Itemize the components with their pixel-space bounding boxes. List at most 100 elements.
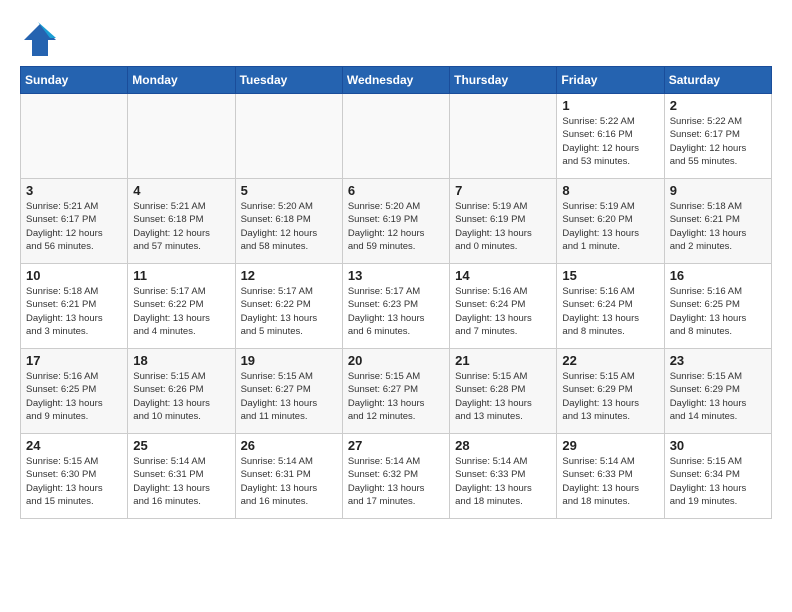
day-info: Sunrise: 5:17 AM Sunset: 6:23 PM Dayligh… xyxy=(348,285,444,338)
day-cell: 22 Sunrise: 5:15 AM Sunset: 6:29 PM Dayli… xyxy=(557,349,664,434)
week-row-5: 24Sunrise: 5:15 AM Sunset: 6:30 PM Dayli… xyxy=(21,434,772,519)
day-cell: 1 Sunrise: 5:22 AM Sunset: 6:16 PM Daylig… xyxy=(557,94,664,179)
day-cell: 21Sunrise: 5:15 AM Sunset: 6:28 PM Dayli… xyxy=(450,349,557,434)
day-number: 13 xyxy=(348,268,444,283)
day-number: 18 xyxy=(133,353,229,368)
day-info: Sunrise: 5:14 AM Sunset: 6:33 PM Dayligh… xyxy=(562,455,658,508)
header-row: SundayMondayTuesdayWednesdayThursdayFrid… xyxy=(21,67,772,94)
day-cell: 3 Sunrise: 5:21 AM Sunset: 6:17 PM Daylig… xyxy=(21,179,128,264)
day-info: Sunrise: 5:15 AM Sunset: 6:27 PM Dayligh… xyxy=(241,370,337,423)
day-info: Sunrise: 5:15 AM Sunset: 6:26 PM Dayligh… xyxy=(133,370,229,423)
day-cell: 18 Sunrise: 5:15 AM Sunset: 6:26 PM Dayli… xyxy=(128,349,235,434)
logo-icon xyxy=(20,20,56,56)
day-number: 3 xyxy=(26,183,122,198)
day-number: 15 xyxy=(562,268,658,283)
day-number: 17 xyxy=(26,353,122,368)
day-number: 1 xyxy=(562,98,658,113)
header-cell-wednesday: Wednesday xyxy=(342,67,449,94)
day-cell: 7Sunrise: 5:19 AM Sunset: 6:19 PM Daylig… xyxy=(450,179,557,264)
day-info: Sunrise: 5:22 AM Sunset: 6:17 PM Dayligh… xyxy=(670,115,766,168)
day-cell: 10 Sunrise: 5:18 AM Sunset: 6:21 PM Dayli… xyxy=(21,264,128,349)
day-cell xyxy=(128,94,235,179)
day-info: Sunrise: 5:21 AM Sunset: 6:17 PM Dayligh… xyxy=(26,200,122,253)
day-cell xyxy=(235,94,342,179)
day-cell: 19 Sunrise: 5:15 AM Sunset: 6:27 PM Dayli… xyxy=(235,349,342,434)
day-cell: 12 Sunrise: 5:17 AM Sunset: 6:22 PM Dayli… xyxy=(235,264,342,349)
header-cell-sunday: Sunday xyxy=(21,67,128,94)
day-number: 22 xyxy=(562,353,658,368)
day-number: 14 xyxy=(455,268,551,283)
day-cell: 28 Sunrise: 5:14 AM Sunset: 6:33 PM Dayli… xyxy=(450,434,557,519)
day-number: 12 xyxy=(241,268,337,283)
day-cell: 15 Sunrise: 5:16 AM Sunset: 6:24 PM Dayli… xyxy=(557,264,664,349)
day-cell xyxy=(450,94,557,179)
day-number: 29 xyxy=(562,438,658,453)
day-cell: 24Sunrise: 5:15 AM Sunset: 6:30 PM Dayli… xyxy=(21,434,128,519)
day-number: 19 xyxy=(241,353,337,368)
day-number: 30 xyxy=(670,438,766,453)
day-number: 7 xyxy=(455,183,551,198)
day-cell: 16Sunrise: 5:16 AM Sunset: 6:25 PM Dayli… xyxy=(664,264,771,349)
day-number: 24 xyxy=(26,438,122,453)
day-info: Sunrise: 5:15 AM Sunset: 6:29 PM Dayligh… xyxy=(670,370,766,423)
day-info: Sunrise: 5:16 AM Sunset: 6:24 PM Dayligh… xyxy=(455,285,551,338)
day-info: Sunrise: 5:19 AM Sunset: 6:20 PM Dayligh… xyxy=(562,200,658,253)
day-info: Sunrise: 5:16 AM Sunset: 6:25 PM Dayligh… xyxy=(670,285,766,338)
header-cell-thursday: Thursday xyxy=(450,67,557,94)
header-cell-saturday: Saturday xyxy=(664,67,771,94)
day-cell: 25 Sunrise: 5:14 AM Sunset: 6:31 PM Dayli… xyxy=(128,434,235,519)
day-info: Sunrise: 5:16 AM Sunset: 6:24 PM Dayligh… xyxy=(562,285,658,338)
day-info: Sunrise: 5:15 AM Sunset: 6:27 PM Dayligh… xyxy=(348,370,444,423)
day-info: Sunrise: 5:16 AM Sunset: 6:25 PM Dayligh… xyxy=(26,370,122,423)
calendar-table: SundayMondayTuesdayWednesdayThursdayFrid… xyxy=(20,66,772,519)
day-cell: 6 Sunrise: 5:20 AM Sunset: 6:19 PM Daylig… xyxy=(342,179,449,264)
day-cell: 20 Sunrise: 5:15 AM Sunset: 6:27 PM Dayli… xyxy=(342,349,449,434)
day-number: 2 xyxy=(670,98,766,113)
day-cell: 5 Sunrise: 5:20 AM Sunset: 6:18 PM Daylig… xyxy=(235,179,342,264)
day-number: 5 xyxy=(241,183,337,198)
week-row-1: 1 Sunrise: 5:22 AM Sunset: 6:16 PM Daylig… xyxy=(21,94,772,179)
day-cell: 8 Sunrise: 5:19 AM Sunset: 6:20 PM Daylig… xyxy=(557,179,664,264)
day-info: Sunrise: 5:22 AM Sunset: 6:16 PM Dayligh… xyxy=(562,115,658,168)
day-number: 23 xyxy=(670,353,766,368)
day-number: 20 xyxy=(348,353,444,368)
day-number: 27 xyxy=(348,438,444,453)
day-cell: 27 Sunrise: 5:14 AM Sunset: 6:32 PM Dayli… xyxy=(342,434,449,519)
day-number: 25 xyxy=(133,438,229,453)
week-row-4: 17 Sunrise: 5:16 AM Sunset: 6:25 PM Dayli… xyxy=(21,349,772,434)
day-info: Sunrise: 5:14 AM Sunset: 6:31 PM Dayligh… xyxy=(241,455,337,508)
day-number: 21 xyxy=(455,353,551,368)
day-cell: 14 Sunrise: 5:16 AM Sunset: 6:24 PM Dayli… xyxy=(450,264,557,349)
day-info: Sunrise: 5:17 AM Sunset: 6:22 PM Dayligh… xyxy=(241,285,337,338)
day-number: 26 xyxy=(241,438,337,453)
day-number: 6 xyxy=(348,183,444,198)
day-cell xyxy=(342,94,449,179)
day-cell: 26 Sunrise: 5:14 AM Sunset: 6:31 PM Dayli… xyxy=(235,434,342,519)
day-info: Sunrise: 5:17 AM Sunset: 6:22 PM Dayligh… xyxy=(133,285,229,338)
week-row-3: 10 Sunrise: 5:18 AM Sunset: 6:21 PM Dayli… xyxy=(21,264,772,349)
day-cell: 9Sunrise: 5:18 AM Sunset: 6:21 PM Daylig… xyxy=(664,179,771,264)
day-info: Sunrise: 5:15 AM Sunset: 6:29 PM Dayligh… xyxy=(562,370,658,423)
day-cell: 17 Sunrise: 5:16 AM Sunset: 6:25 PM Dayli… xyxy=(21,349,128,434)
day-info: Sunrise: 5:18 AM Sunset: 6:21 PM Dayligh… xyxy=(26,285,122,338)
day-cell: 11Sunrise: 5:17 AM Sunset: 6:22 PM Dayli… xyxy=(128,264,235,349)
day-number: 10 xyxy=(26,268,122,283)
day-cell: 4 Sunrise: 5:21 AM Sunset: 6:18 PM Daylig… xyxy=(128,179,235,264)
header-cell-friday: Friday xyxy=(557,67,664,94)
day-number: 28 xyxy=(455,438,551,453)
day-info: Sunrise: 5:20 AM Sunset: 6:18 PM Dayligh… xyxy=(241,200,337,253)
calendar-header: SundayMondayTuesdayWednesdayThursdayFrid… xyxy=(21,67,772,94)
day-info: Sunrise: 5:14 AM Sunset: 6:33 PM Dayligh… xyxy=(455,455,551,508)
day-info: Sunrise: 5:20 AM Sunset: 6:19 PM Dayligh… xyxy=(348,200,444,253)
day-info: Sunrise: 5:14 AM Sunset: 6:31 PM Dayligh… xyxy=(133,455,229,508)
day-info: Sunrise: 5:18 AM Sunset: 6:21 PM Dayligh… xyxy=(670,200,766,253)
day-number: 8 xyxy=(562,183,658,198)
logo xyxy=(20,20,62,56)
week-row-2: 3 Sunrise: 5:21 AM Sunset: 6:17 PM Daylig… xyxy=(21,179,772,264)
header-cell-tuesday: Tuesday xyxy=(235,67,342,94)
day-info: Sunrise: 5:21 AM Sunset: 6:18 PM Dayligh… xyxy=(133,200,229,253)
day-cell xyxy=(21,94,128,179)
day-number: 4 xyxy=(133,183,229,198)
day-cell: 13 Sunrise: 5:17 AM Sunset: 6:23 PM Dayli… xyxy=(342,264,449,349)
day-info: Sunrise: 5:14 AM Sunset: 6:32 PM Dayligh… xyxy=(348,455,444,508)
